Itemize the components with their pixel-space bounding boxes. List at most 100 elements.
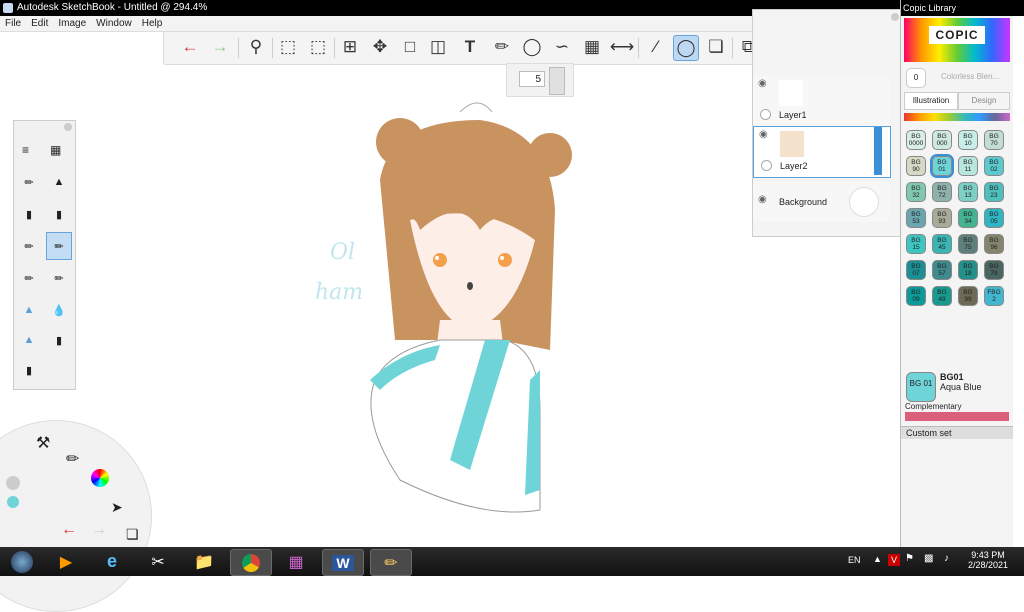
opacity-puck-icon[interactable]: [6, 476, 20, 490]
tab-design[interactable]: Design: [958, 92, 1010, 110]
color-icon[interactable]: [91, 469, 109, 487]
copic-swatch[interactable]: BG 000: [932, 130, 952, 150]
lagoon-redo-icon[interactable]: →: [91, 521, 107, 539]
tools-icon[interactable]: ⚒: [36, 433, 50, 453]
copic-swatch[interactable]: BG 57: [932, 260, 952, 280]
lagoon-undo-icon[interactable]: ←: [61, 521, 77, 539]
volume-icon[interactable]: ♪: [944, 553, 949, 564]
layer-row-background[interactable]: ◉ Background: [753, 182, 889, 222]
fill-bucket-icon[interactable]: ◫: [426, 35, 450, 59]
layer-opacity-bar[interactable]: [874, 127, 882, 175]
layer-row-2[interactable]: ◉ Layer2: [753, 126, 891, 178]
airbrush-icon[interactable]: ▲: [47, 169, 71, 195]
undo-icon[interactable]: ←: [178, 35, 202, 59]
ruler-icon[interactable]: ✏: [490, 35, 514, 59]
menu-edit[interactable]: Edit: [26, 16, 53, 31]
complementary-label[interactable]: Complementary: [905, 402, 961, 411]
menu-window[interactable]: Window: [91, 16, 137, 31]
file-explorer-icon[interactable]: 📁: [184, 549, 224, 574]
flag-icon[interactable]: ⚑: [905, 553, 914, 564]
ballpoint-pen-icon[interactable]: ✏: [17, 233, 41, 259]
zoom-icon[interactable]: ⚲: [244, 35, 268, 59]
copic-swatch[interactable]: BG 15: [906, 234, 926, 254]
signal-icon[interactable]: ▩: [924, 553, 933, 564]
layer-select-radio[interactable]: [760, 109, 771, 120]
custom-set-header[interactable]: Custom set: [901, 426, 1013, 439]
stroke-tool-icon[interactable]: ⁄: [644, 35, 668, 59]
copic-swatch[interactable]: BG 07: [906, 260, 926, 280]
copic-swatch[interactable]: BG 05: [984, 208, 1004, 228]
text-icon[interactable]: T: [458, 35, 482, 59]
brush-settings-icon[interactable]: ≡: [22, 143, 29, 157]
menu-help[interactable]: Help: [137, 16, 168, 31]
close-icon[interactable]: [64, 123, 72, 131]
antivirus-icon[interactable]: V: [888, 554, 900, 566]
brush-icon[interactable]: ✏: [66, 449, 79, 469]
visibility-eye-icon[interactable]: ◉: [758, 79, 770, 89]
layer-icon[interactable]: ❏: [126, 526, 139, 543]
lasso-select-icon[interactable]: ⬚: [306, 35, 330, 59]
copic-swatch[interactable]: FBG 2: [984, 286, 1004, 306]
symmetry-icon[interactable]: ⟷: [610, 35, 634, 59]
copic-swatch[interactable]: BG 72: [932, 182, 952, 202]
copic-swatch[interactable]: BG 10: [958, 130, 978, 150]
copic-swatch[interactable]: BG 18: [958, 260, 978, 280]
felt-pen-icon[interactable]: ▮: [47, 201, 71, 227]
eraser-icon[interactable]: ▮: [47, 327, 71, 353]
clock[interactable]: 9:43 PM 2/28/2021: [965, 550, 1011, 570]
inking-pen-icon[interactable]: ✏: [46, 232, 72, 260]
sketchbook-icon[interactable]: ✏: [370, 549, 412, 576]
crop-icon[interactable]: ⊞: [338, 35, 362, 59]
french-curve-icon[interactable]: ∽: [550, 35, 574, 59]
copic-swatch[interactable]: BG 11: [958, 156, 978, 176]
background-color-swatch[interactable]: [849, 187, 879, 217]
complementary-swatch[interactable]: [905, 412, 1009, 421]
current-color-icon[interactable]: [7, 496, 19, 508]
start-button[interactable]: [2, 549, 42, 574]
distort-icon[interactable]: □: [398, 35, 422, 59]
shape-tool-icon[interactable]: ❏: [704, 35, 728, 59]
show-hidden-icons-icon[interactable]: ▲: [873, 554, 882, 564]
visibility-eye-icon[interactable]: ◉: [759, 130, 771, 140]
marker-brush-icon[interactable]: ▮: [17, 201, 41, 227]
paint-bucket-brush-icon[interactable]: ▮: [17, 357, 41, 383]
visibility-eye-icon[interactable]: ◉: [758, 195, 770, 205]
copic-swatch[interactable]: BG 34: [958, 208, 978, 228]
copic-swatch[interactable]: BG 0000: [906, 130, 926, 150]
ellipse-tool-icon[interactable]: ◯: [673, 35, 699, 61]
copic-swatch[interactable]: BG 01: [930, 154, 954, 178]
hard-eraser-icon[interactable]: ▲: [17, 297, 41, 323]
transform-icon[interactable]: ✥: [368, 35, 392, 59]
copic-swatch[interactable]: BG 75: [958, 234, 978, 254]
tab-illustration[interactable]: Illustration: [904, 92, 958, 110]
perspective-icon[interactable]: ▦: [580, 35, 604, 59]
drawing-canvas[interactable]: Ol ham: [300, 90, 600, 520]
copic-swatch[interactable]: BG 45: [932, 234, 952, 254]
copic-swatch[interactable]: BG 90: [906, 156, 926, 176]
copic-swatch[interactable]: BG 09: [906, 286, 926, 306]
snipping-tool-icon[interactable]: ✂: [138, 549, 178, 574]
soft-eraser-icon[interactable]: ▲: [17, 327, 41, 353]
blender-icon[interactable]: 💧: [47, 297, 71, 323]
menu-file[interactable]: File: [0, 16, 26, 31]
copic-swatch[interactable]: BG 99: [958, 286, 978, 306]
calligraphy-pen-icon[interactable]: ✏: [47, 265, 71, 291]
fountain-pen-icon[interactable]: ✏: [17, 265, 41, 291]
rect-select-icon[interactable]: ⬚: [276, 35, 300, 59]
copic-swatch[interactable]: BG 96: [984, 234, 1004, 254]
ellipse-guide-icon[interactable]: ◯: [520, 35, 544, 59]
copic-swatch[interactable]: BG 02: [984, 156, 1004, 176]
layer-row-1[interactable]: ◉ Layer1: [753, 76, 889, 126]
lagoon-menu[interactable]: ⚒ ✏ ➤ ← → ❏: [0, 420, 152, 612]
pencil-brush-icon[interactable]: ✏: [17, 169, 41, 195]
winrar-icon[interactable]: ▦: [276, 549, 316, 574]
select-icon[interactable]: ➤: [111, 499, 123, 516]
color-family-bar[interactable]: [904, 113, 1010, 121]
language-indicator[interactable]: EN: [848, 555, 861, 565]
internet-explorer-icon[interactable]: e: [92, 549, 132, 574]
copic-swatch[interactable]: BG 70: [984, 130, 1004, 150]
chrome-icon[interactable]: [230, 549, 272, 576]
copic-swatch[interactable]: BG 53: [906, 208, 926, 228]
copic-swatch[interactable]: BG 13: [958, 182, 978, 202]
media-player-icon[interactable]: ▶: [46, 549, 86, 574]
